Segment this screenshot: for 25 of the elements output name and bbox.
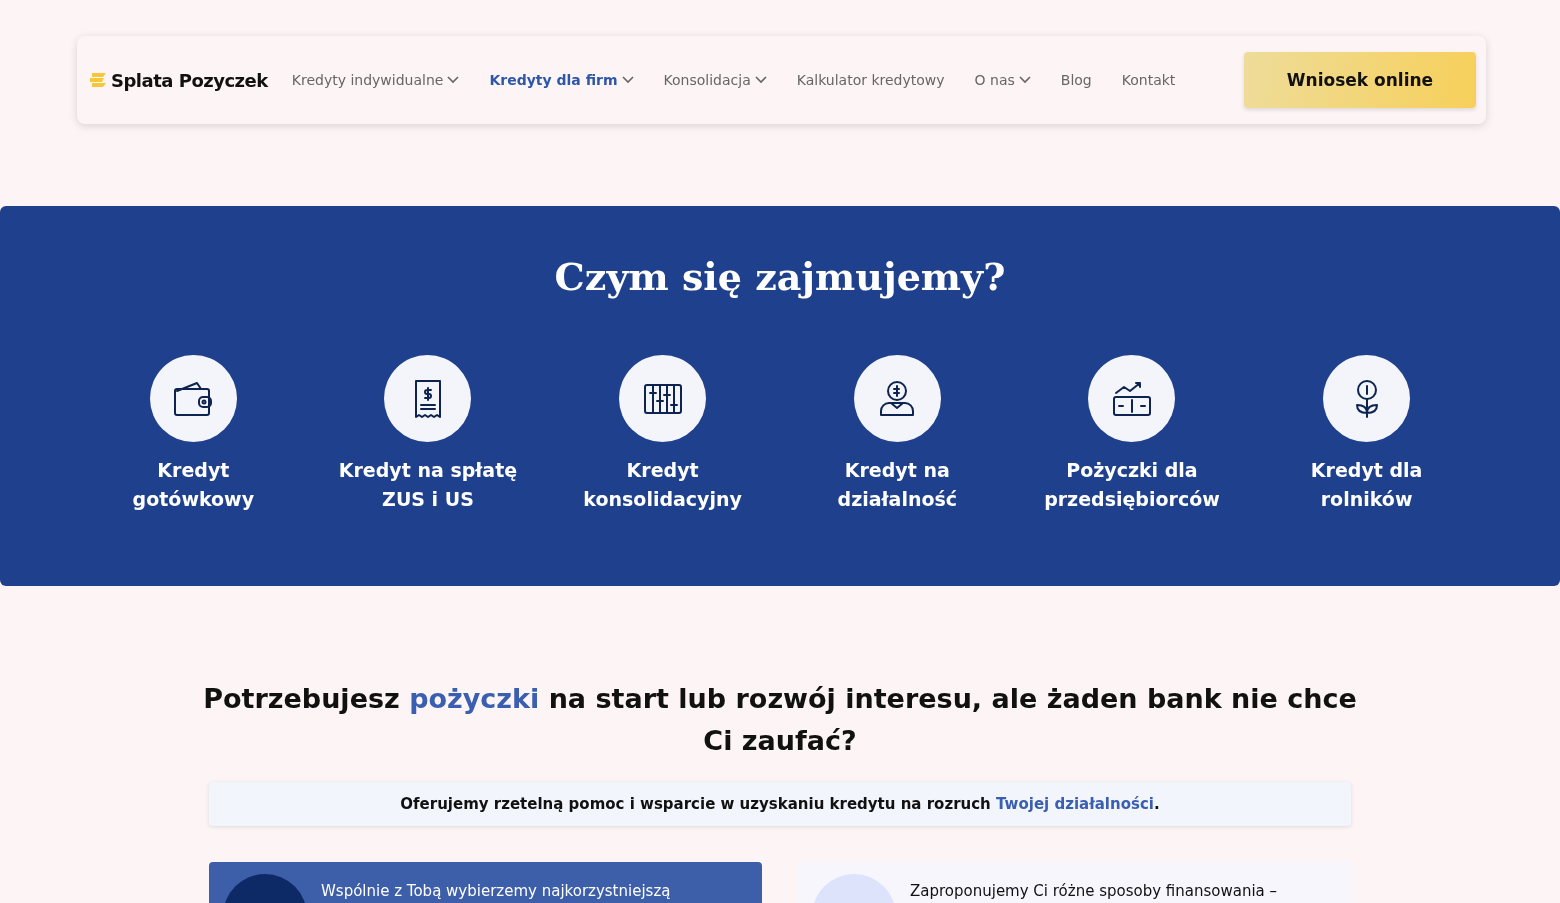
logo-icon — [89, 72, 107, 88]
nav-link[interactable]: Kredyty dla firm — [489, 72, 634, 88]
section-title: Czym się zajmujemy? — [554, 254, 1006, 299]
nav-link[interactable]: Kredyty indywidualne — [291, 72, 460, 88]
service-label[interactable]: Pożyczki dla przedsiębiorców — [1036, 456, 1227, 514]
card-text: Wspólnie z Tobą wybierzemy najkorzystniejszą — [321, 881, 671, 900]
apply-online-button[interactable]: Wniosek online — [1244, 52, 1476, 108]
service-label[interactable]: Kredyt na działalność — [802, 456, 993, 514]
service-label[interactable]: Kredyt dla rolników — [1271, 456, 1462, 514]
nav-link[interactable]: Blog — [1060, 72, 1092, 88]
chevron-down-icon — [754, 76, 767, 84]
chevron-down-icon — [1018, 76, 1031, 84]
logo-text[interactable]: Splata Pozyczek — [111, 69, 268, 91]
nav-link[interactable]: Kontakt — [1121, 72, 1176, 88]
chevron-down-icon — [621, 76, 634, 84]
chevron-down-icon — [447, 76, 460, 84]
nav-link[interactable]: Konsolidacja — [663, 72, 767, 88]
service-label[interactable]: Kredyt na spłatę ZUS i US — [333, 456, 523, 514]
service-label[interactable]: Kredyt gotówkowy — [98, 456, 289, 514]
card-text: Zaproponujemy Ci różne sposoby finansowania – — [910, 881, 1278, 900]
banner-text: Oferujemy rzetelną pomoc i wsparcie w uzyskaniu kredytu na rozruch Twojej działalności. — [400, 795, 1160, 813]
nav-link[interactable]: O nas — [974, 72, 1031, 88]
service-label[interactable]: Kredyt konsolidacyjny — [567, 456, 758, 514]
nav-link[interactable]: Kalkulator kredytowy — [796, 72, 945, 88]
intro-heading: Potrzebujesz pożyczki na start lub rozwój interesu, ale żaden bank nie chce Ci zaufać? — [202, 682, 1358, 758]
